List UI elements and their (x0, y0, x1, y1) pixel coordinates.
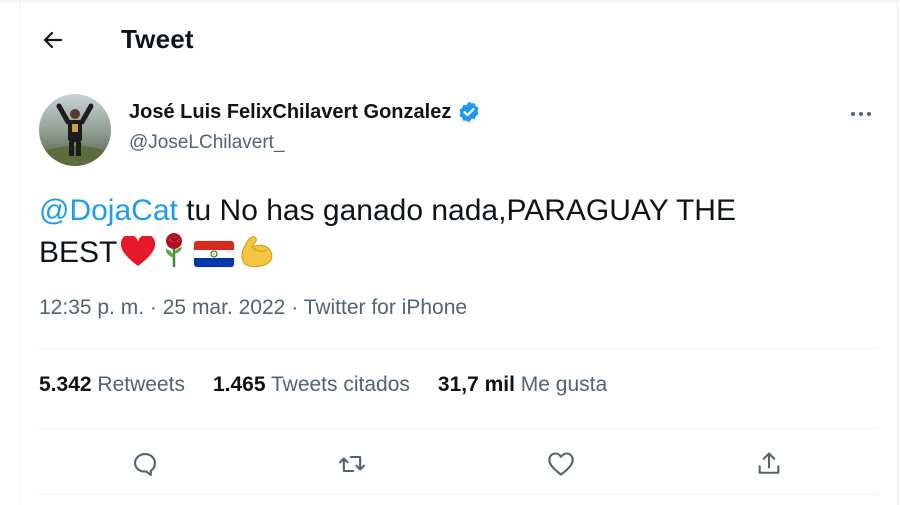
divider (39, 348, 877, 349)
mention-link[interactable]: @DojaCat (39, 194, 178, 227)
flexed-biceps-emoji (239, 234, 275, 280)
retweet-button[interactable] (332, 444, 372, 484)
arrow-left-icon (43, 31, 63, 49)
avatar-image (39, 94, 111, 166)
retweets-label: Retweets (97, 373, 185, 396)
quotes-count: 1.465 (212, 373, 266, 396)
share-button[interactable] (749, 444, 789, 484)
reply-button[interactable] (125, 444, 165, 484)
tweet-stats: 5.342 Retweets 1.465 Tweets citados 31,7… (39, 373, 607, 397)
likes-stat[interactable]: 31,7 mil Me gusta (438, 373, 607, 397)
meta-separator: · (291, 296, 299, 319)
tweet-text-part1: tu No has ganado nada,PARAGUAY THE (177, 194, 736, 227)
avatar[interactable] (39, 94, 111, 166)
paraguay-flag-emoji (193, 238, 235, 280)
more-options-button[interactable] (845, 100, 877, 128)
likes-count: 31,7 mil (437, 373, 515, 396)
page-header: Tweet (21, 18, 897, 62)
tweet-date[interactable]: 25 mar. 2022 (163, 296, 286, 319)
author-name[interactable]: José Luis FelixChilavert Gonzalez (129, 100, 481, 124)
back-button[interactable] (35, 22, 71, 58)
reply-icon (134, 453, 156, 477)
like-button[interactable] (541, 444, 581, 484)
tweet-text: @DojaCat tu No has ganado nada,PARAGUAY … (39, 190, 859, 280)
tweet-source[interactable]: Twitter for iPhone (304, 296, 467, 319)
share-icon (758, 452, 780, 474)
tweet-page: Tweet José Luis FelixChilavert Gonzalez (20, 0, 898, 505)
author-handle[interactable]: @JoseLChilavert_ (129, 132, 285, 154)
tweet-text-part2: BEST (39, 236, 118, 269)
retweets-count: 5.342 (39, 373, 92, 396)
rose-emoji (159, 232, 189, 280)
likes-label: Me gusta (520, 373, 608, 396)
verified-badge-icon (459, 101, 479, 123)
heart-icon (548, 452, 574, 476)
page-title: Tweet (121, 24, 194, 54)
retweets-stat[interactable]: 5.342 Retweets (39, 373, 185, 397)
quotes-label: Tweets citados (270, 373, 410, 396)
tweet-time[interactable]: 12:35 p. m. (39, 296, 144, 319)
more-horizontal-icon (851, 112, 871, 116)
divider (39, 428, 877, 429)
retweet-icon (339, 455, 365, 473)
divider (39, 494, 877, 495)
quote-tweets-stat[interactable]: 1.465 Tweets citados (213, 373, 410, 397)
author-name-text: José Luis FelixChilavert Gonzalez (129, 100, 452, 123)
meta-separator: · (149, 296, 157, 319)
tweet-actions (21, 440, 897, 488)
red-heart-emoji (121, 234, 156, 280)
tweet-meta: 12:35 p. m. · 25 mar. 2022 · Twitter for… (39, 296, 467, 320)
